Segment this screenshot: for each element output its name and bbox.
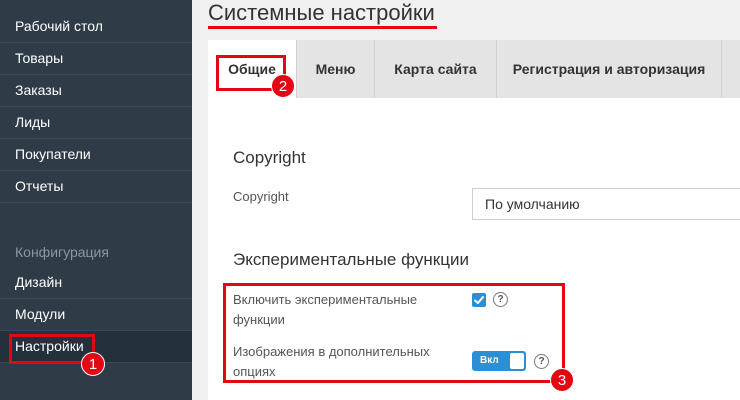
tab-registration-authorization[interactable]: Регистрация и авторизация	[497, 40, 722, 98]
title-underline	[208, 26, 437, 29]
annotation-box-experimental	[223, 283, 565, 383]
sidebar-item-products[interactable]: Товары	[0, 43, 192, 75]
sidebar-section-configuration: Конфигурация	[15, 244, 109, 260]
tab-sitemap[interactable]: Карта сайта	[375, 40, 497, 98]
sidebar-item-orders[interactable]: Заказы	[0, 75, 192, 107]
experimental-section-title: Экспериментальные функции	[233, 250, 469, 269]
annotation-badge-1: 1	[81, 352, 105, 376]
sidebar-item-design[interactable]: Дизайн	[0, 267, 192, 299]
sidebar-item-modules[interactable]: Модули	[0, 299, 192, 331]
sidebar-item-customers[interactable]: Покупатели	[0, 139, 192, 171]
copyright-field-label: Copyright	[233, 189, 289, 204]
copyright-select[interactable]: По умолчанию	[472, 188, 740, 220]
page-title: Системные настройки	[208, 0, 435, 25]
copyright-section-title: Copyright	[233, 148, 306, 167]
sidebar-item-desktop[interactable]: Рабочий стол	[0, 11, 192, 43]
sidebar-item-leads[interactable]: Лиды	[0, 107, 192, 139]
tab-menu[interactable]: Меню	[297, 40, 375, 98]
annotation-badge-2: 2	[271, 74, 295, 98]
annotation-badge-3: 3	[550, 368, 574, 392]
sidebar-item-reports[interactable]: Отчеты	[0, 171, 192, 203]
